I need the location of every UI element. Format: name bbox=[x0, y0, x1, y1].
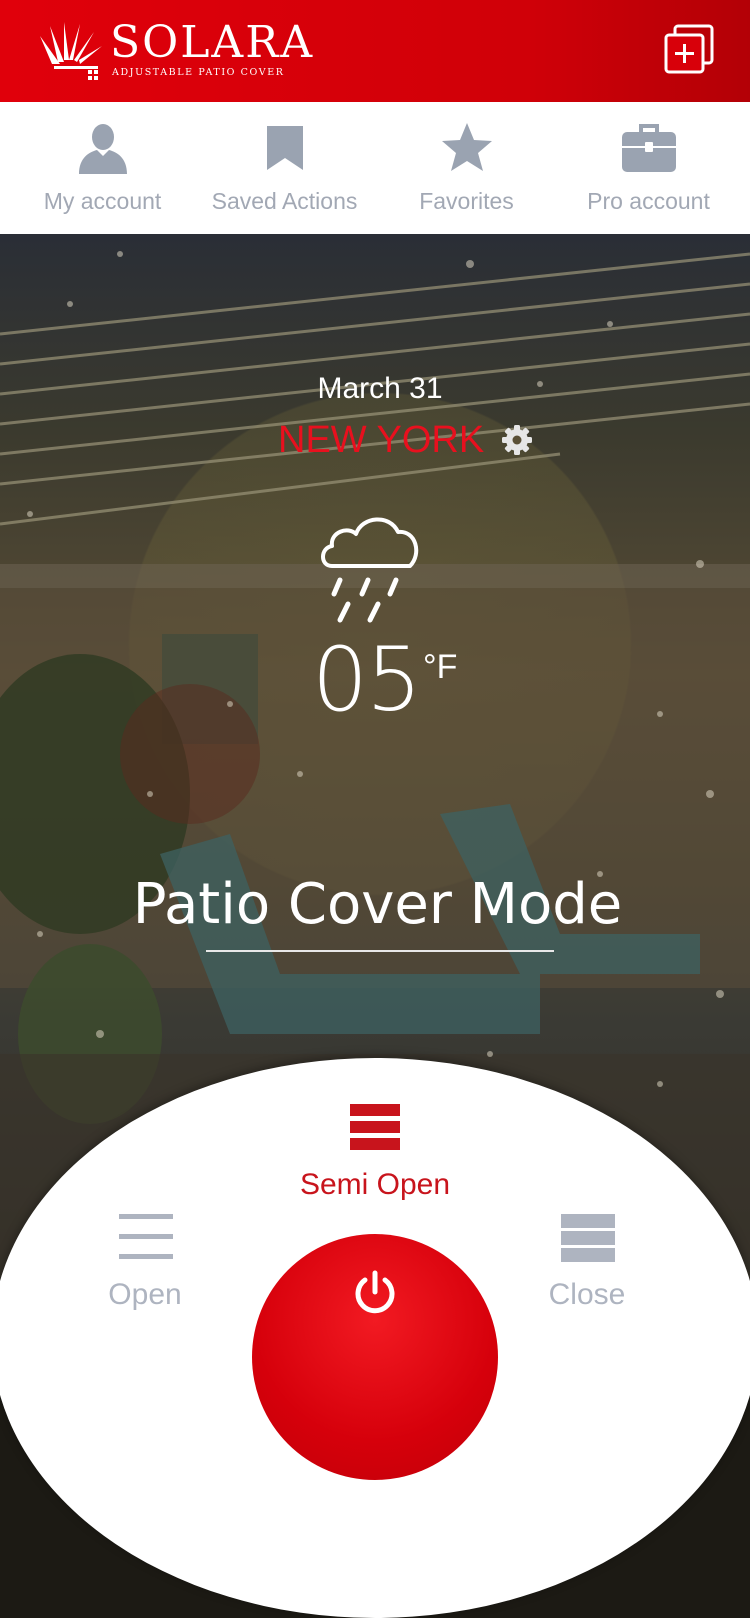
nav-label-pro-account: Pro account bbox=[587, 188, 710, 214]
nav-label-my-account: My account bbox=[43, 188, 162, 214]
nav-label-saved-actions: Saved Actions bbox=[211, 188, 358, 214]
bookmark-icon bbox=[267, 126, 303, 170]
open-icon bbox=[119, 1214, 173, 1259]
mode-label-semi-open: Semi Open bbox=[299, 1168, 451, 1201]
plus-square-icon[interactable] bbox=[664, 24, 714, 74]
mode-title: Patio Cover Mode bbox=[132, 872, 623, 937]
power-button[interactable] bbox=[252, 1234, 498, 1480]
temperature-value: 05 bbox=[312, 628, 422, 731]
cloud-rain-icon bbox=[321, 517, 419, 623]
user-icon bbox=[79, 124, 127, 174]
briefcase-icon bbox=[622, 124, 676, 172]
mode-option-semi-open[interactable]: Semi Open bbox=[290, 1100, 460, 1210]
brand-name: SOLARA bbox=[110, 17, 315, 68]
mode-label-close: Close bbox=[548, 1278, 626, 1311]
power-icon bbox=[355, 1270, 395, 1314]
weather-date: March 31 bbox=[317, 372, 443, 405]
temperature-unit: °F bbox=[423, 648, 458, 686]
gear-icon[interactable] bbox=[501, 424, 533, 456]
app-header: SOLARA ADJUSTABLE PATIO COVER bbox=[0, 0, 750, 102]
brand-tagline: ADJUSTABLE PATIO COVER bbox=[112, 67, 285, 78]
mode-option-close[interactable]: Close bbox=[522, 1210, 652, 1320]
nav-bar: My account Saved Actions Favorites Pro a… bbox=[0, 102, 750, 235]
nav-item-pro-account[interactable]: Pro account bbox=[555, 102, 742, 234]
nav-label-favorites: Favorites bbox=[419, 188, 514, 214]
city-row: NEW YORK bbox=[278, 418, 533, 462]
semi-open-icon bbox=[350, 1104, 400, 1150]
mode-title-underline bbox=[206, 950, 554, 952]
star-icon bbox=[442, 123, 492, 171]
mode-label-open: Open bbox=[108, 1278, 182, 1311]
close-mode-icon bbox=[561, 1214, 615, 1262]
mode-option-open[interactable]: Open bbox=[80, 1210, 210, 1320]
nav-item-saved-actions[interactable]: Saved Actions bbox=[191, 102, 378, 234]
city-name[interactable]: NEW YORK bbox=[278, 419, 484, 461]
nav-item-favorites[interactable]: Favorites bbox=[373, 102, 560, 234]
nav-item-my-account[interactable]: My account bbox=[9, 102, 196, 234]
